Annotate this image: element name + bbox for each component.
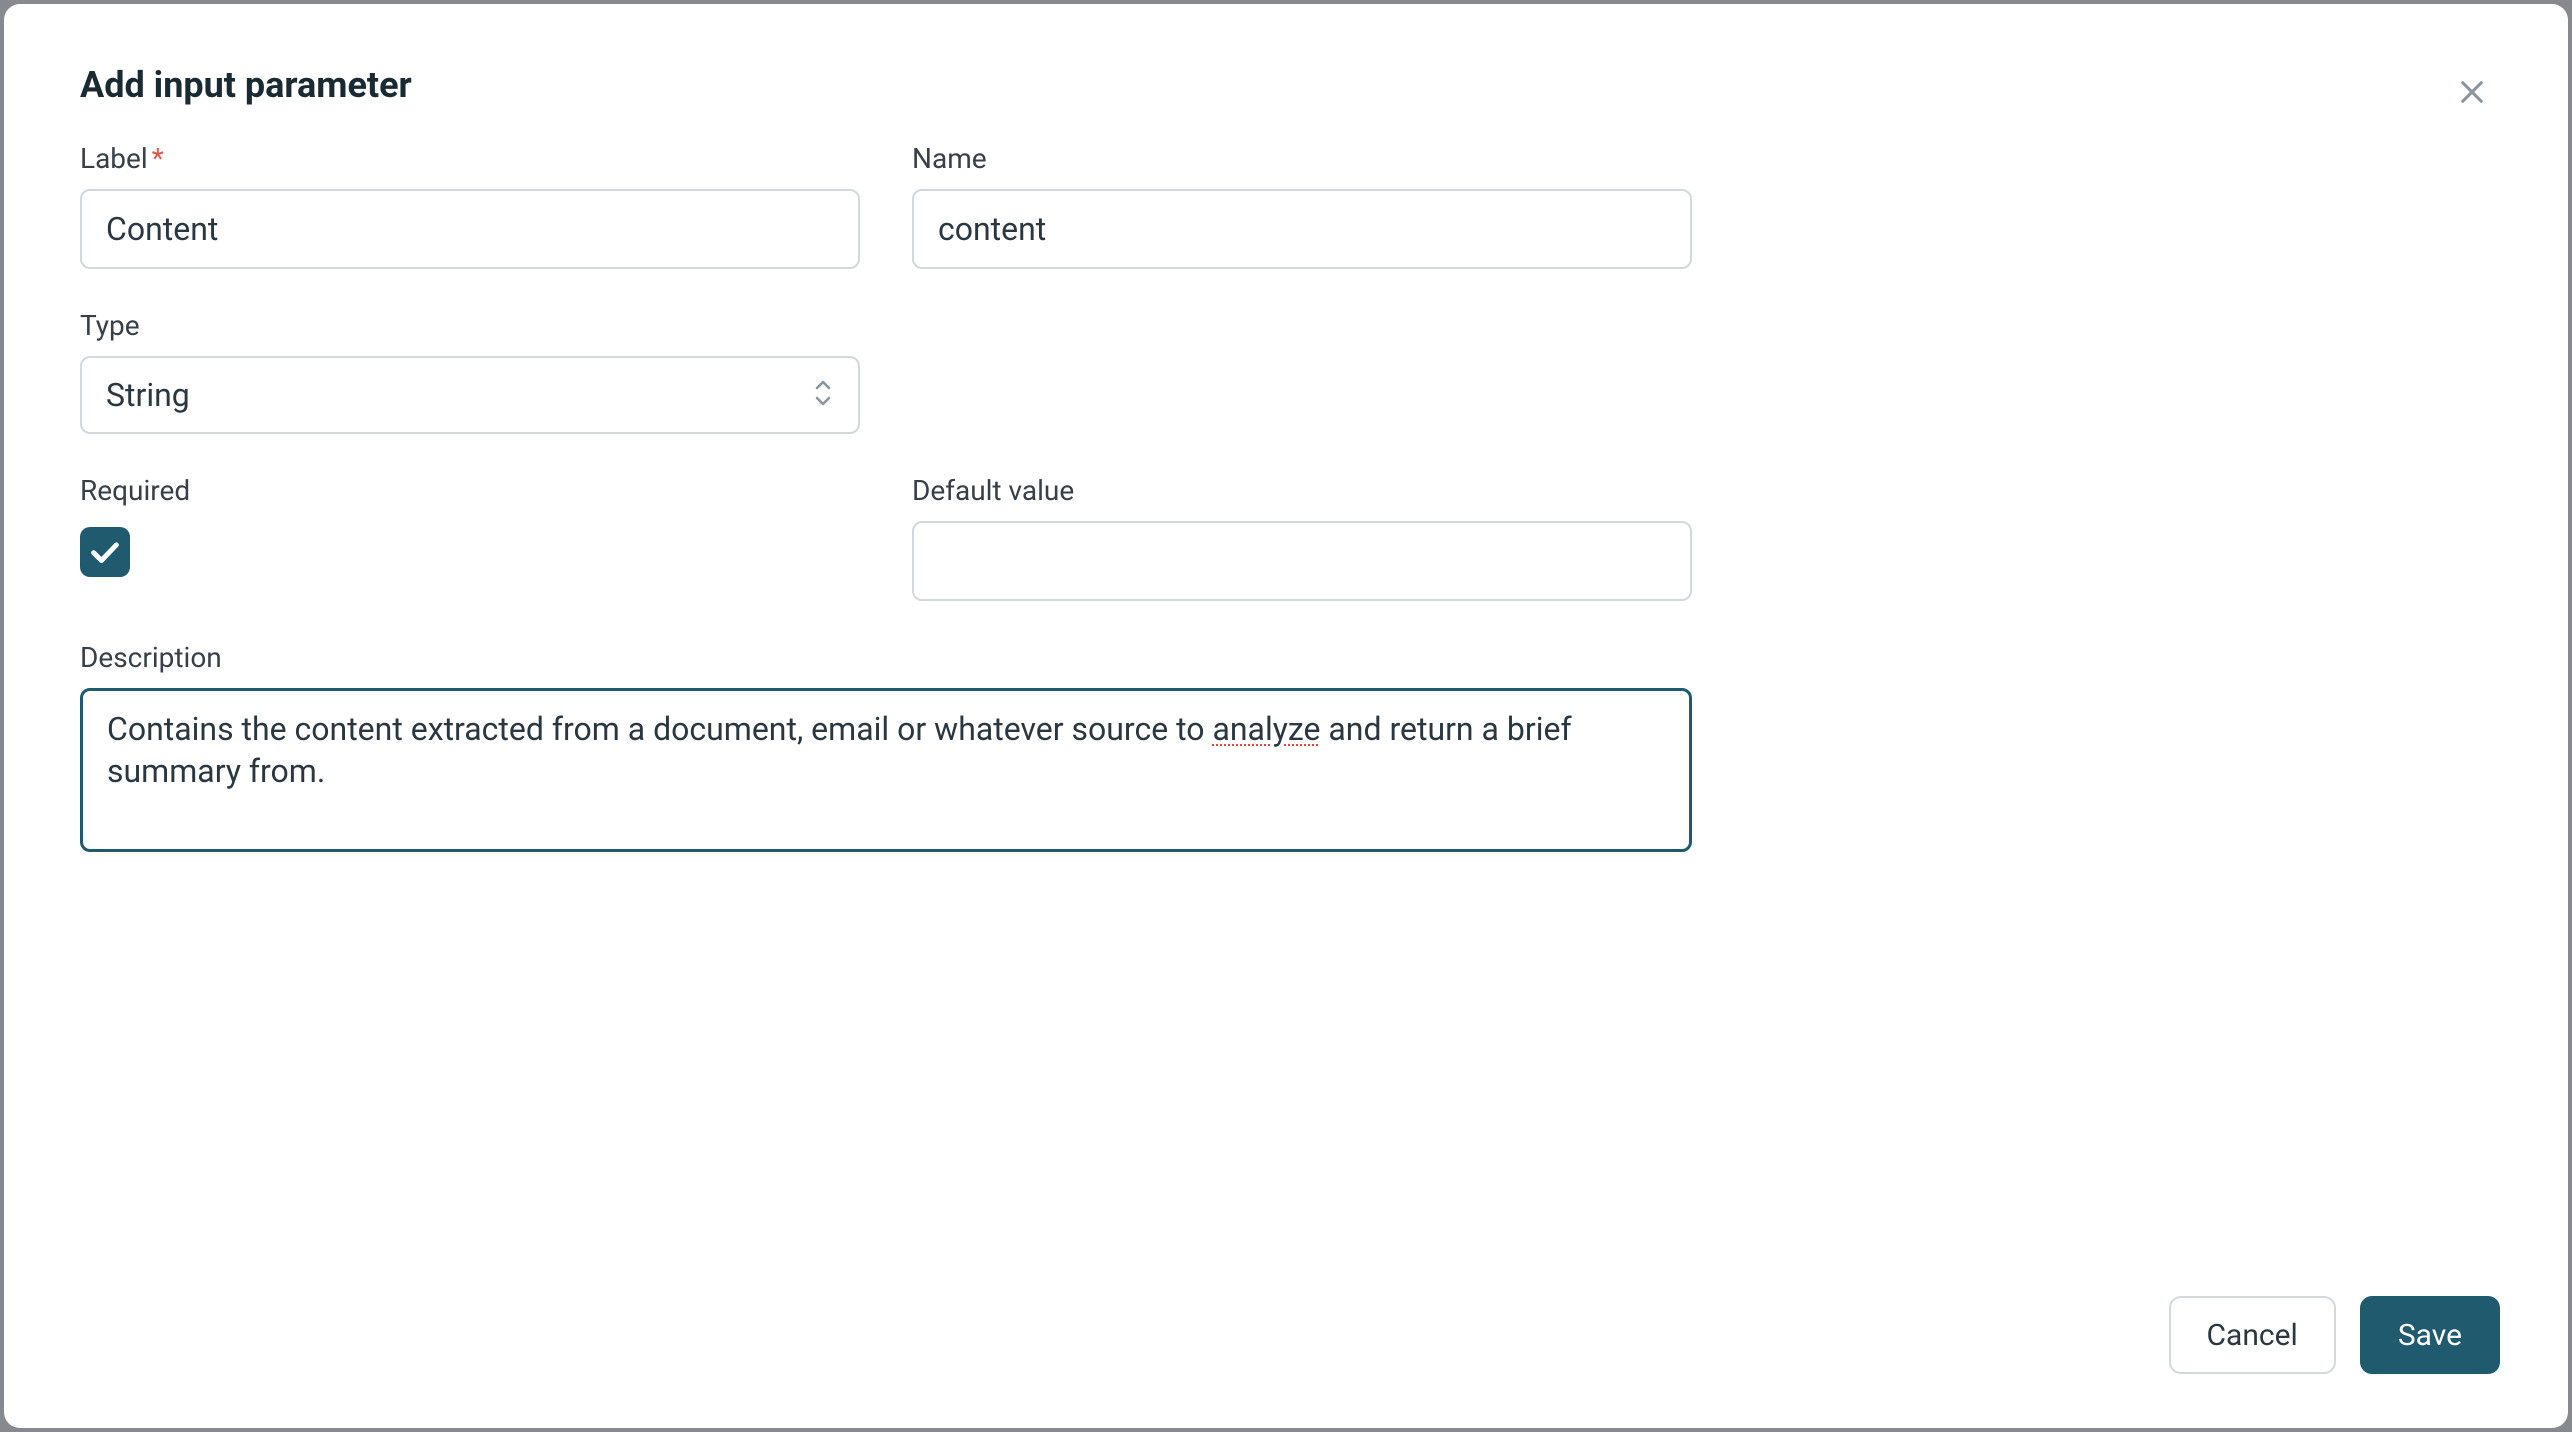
description-textarea[interactable]: Contains the content extracted from a do… <box>80 688 1692 852</box>
close-button[interactable] <box>2452 72 2492 112</box>
name-field-label: Name <box>912 142 1692 175</box>
type-select[interactable]: String <box>80 356 860 434</box>
default-value-field-label: Default value <box>912 474 1692 507</box>
cancel-button[interactable]: Cancel <box>2169 1296 2336 1374</box>
type-select-value: String <box>106 376 190 414</box>
label-input[interactable] <box>80 189 860 269</box>
name-input[interactable] <box>912 189 1692 269</box>
label-field-label-text: Label <box>80 142 148 175</box>
default-value-input[interactable] <box>912 521 1692 601</box>
check-icon <box>88 535 122 569</box>
required-checkbox[interactable] <box>80 527 130 577</box>
save-button[interactable]: Save <box>2360 1296 2500 1374</box>
modal-footer: Cancel Save <box>2169 1296 2501 1374</box>
add-input-parameter-modal: Add input parameter Label* Name Type Str… <box>4 4 2568 1428</box>
required-field-label: Required <box>80 474 860 507</box>
modal-title: Add input parameter <box>80 64 2492 106</box>
label-field-label: Label* <box>80 142 860 175</box>
description-text-pre: Contains the content extracted from a do… <box>107 710 1212 748</box>
description-text-spellcheck: analyze <box>1212 710 1320 748</box>
required-asterisk: * <box>152 142 164 175</box>
close-icon <box>2456 76 2488 108</box>
type-field-label: Type <box>80 309 860 342</box>
form-body: Label* Name Type String <box>80 142 2492 1388</box>
description-field-label: Description <box>80 641 1692 674</box>
